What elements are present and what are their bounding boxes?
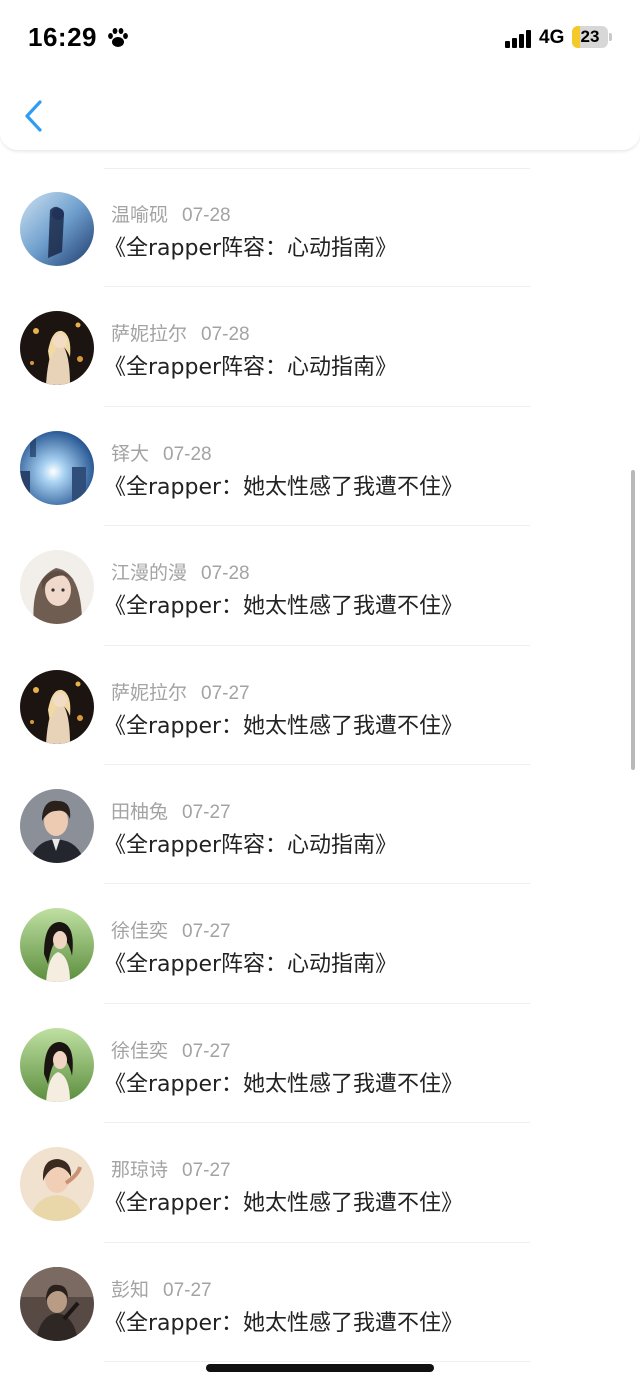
work-title[interactable]: 《全rapper阵容：心动指南》 [104, 946, 397, 978]
post-date: 07-27 [182, 921, 231, 943]
author-name[interactable]: 田柚兔 [111, 801, 168, 823]
avatar[interactable] [20, 908, 94, 983]
list-item[interactable]: 徐佳奕 07-27 《全rapper阵容：心动指南》 [0, 884, 640, 1004]
author-meta: 彭知 07-27 [111, 1275, 212, 1302]
author-name[interactable]: 温喻砚 [111, 204, 168, 226]
battery-indicator: 23 [572, 26, 612, 50]
author-name[interactable]: 徐佳奕 [111, 1040, 168, 1062]
work-title[interactable]: 《全rapper阵容：心动指南》 [104, 230, 397, 262]
network-type: 4G [539, 27, 565, 48]
status-bar: 16:29 4G 23 [0, 0, 640, 78]
post-date: 07-28 [163, 443, 212, 465]
cellular-signal-icon [505, 30, 531, 48]
author-meta: 萨妮拉尔 07-27 [111, 678, 250, 705]
post-date: 07-28 [182, 205, 231, 226]
status-time: 16:29 [28, 22, 97, 52]
work-title[interactable]: 《全rapper阵容：心动指南》 [104, 827, 397, 859]
author-name[interactable]: 萨妮拉尔 [111, 323, 187, 345]
home-indicator[interactable] [206, 1364, 434, 1372]
author-name[interactable]: 江漫的漫 [111, 562, 187, 584]
author-meta: 那琼诗 07-27 [111, 1155, 231, 1182]
scrollbar[interactable] [631, 470, 635, 770]
list-item[interactable]: 温喻砚 07-28 《全rapper阵容：心动指南》 [0, 168, 640, 288]
author-meta: 徐佳奕 07-27 [111, 1036, 231, 1063]
avatar[interactable] [20, 192, 94, 266]
avatar[interactable] [20, 430, 94, 505]
avatar[interactable] [20, 789, 94, 863]
chevron-left-icon [25, 100, 42, 132]
list-item[interactable]: 田柚兔 07-27 《全rapper阵容：心动指南》 [0, 765, 640, 885]
avatar[interactable] [20, 1266, 94, 1341]
list-divider [104, 1360, 530, 1362]
post-date: 07-27 [201, 682, 250, 704]
avatar[interactable] [20, 311, 94, 386]
post-date: 07-28 [201, 563, 250, 585]
list-item[interactable]: 徐佳奕 07-27 《全rapper：她太性感了我遭不住》 [0, 1004, 640, 1124]
back-button[interactable] [18, 94, 52, 138]
author-meta: 江漫的漫 07-28 [111, 558, 250, 585]
post-date: 07-27 [163, 1279, 212, 1301]
author-name[interactable]: 徐佳奕 [111, 920, 168, 942]
screen: 16:29 4G 23 温喻砚 07-28 《全rapper阵容：心动指南》 萨妮拉尔… [0, 0, 640, 1385]
list-item[interactable]: 萨妮拉尔 07-27 《全rapper：她太性感了我遭不住》 [0, 646, 640, 765]
work-title[interactable]: 《全rapper：她太性感了我遭不住》 [104, 708, 463, 740]
post-date: 07-27 [182, 802, 231, 823]
list-item[interactable]: 那琼诗 07-27 《全rapper：她太性感了我遭不住》 [0, 1123, 640, 1243]
author-meta: 徐佳奕 07-27 [111, 916, 231, 943]
paw-icon [108, 28, 128, 47]
work-title[interactable]: 《全rapper：她太性感了我遭不住》 [104, 588, 463, 620]
author-meta: 铎大 07-28 [111, 439, 212, 466]
avatar[interactable] [20, 669, 94, 744]
work-title[interactable]: 《全rapper：她太性感了我遭不住》 [104, 1185, 463, 1217]
list-item[interactable]: 江漫的漫 07-28 《全rapper：她太性感了我遭不住》 [0, 526, 640, 646]
author-name[interactable]: 铎大 [111, 443, 149, 465]
list-item[interactable]: 萨妮拉尔 07-28 《全rapper阵容：心动指南》 [0, 287, 640, 407]
author-meta: 温喻砚 07-28 [111, 200, 231, 227]
author-name[interactable]: 萨妮拉尔 [111, 682, 187, 704]
avatar[interactable] [20, 1027, 94, 1102]
post-date: 07-27 [182, 1160, 231, 1182]
avatar[interactable] [20, 1147, 94, 1222]
work-title[interactable]: 《全rapper：她太性感了我遭不住》 [104, 1305, 463, 1337]
list-item[interactable]: 彭知 07-27 《全rapper：她太性感了我遭不住》 [0, 1243, 640, 1362]
work-title[interactable]: 《全rapper阵容：心动指南》 [104, 349, 397, 381]
work-title[interactable]: 《全rapper：她太性感了我遭不住》 [104, 469, 463, 501]
list-item[interactable]: 铎大 07-28 《全rapper：她太性感了我遭不住》 [0, 407, 640, 527]
author-name[interactable]: 那琼诗 [111, 1159, 168, 1181]
post-date: 07-28 [201, 324, 250, 346]
battery-level-text: 23 [580, 27, 600, 46]
post-date: 07-27 [182, 1040, 231, 1062]
author-name[interactable]: 彭知 [111, 1279, 149, 1301]
author-meta: 田柚兔 07-27 [111, 797, 231, 824]
work-title[interactable]: 《全rapper：她太性感了我遭不住》 [104, 1066, 463, 1098]
author-meta: 萨妮拉尔 07-28 [111, 319, 250, 346]
avatar[interactable] [20, 550, 94, 625]
